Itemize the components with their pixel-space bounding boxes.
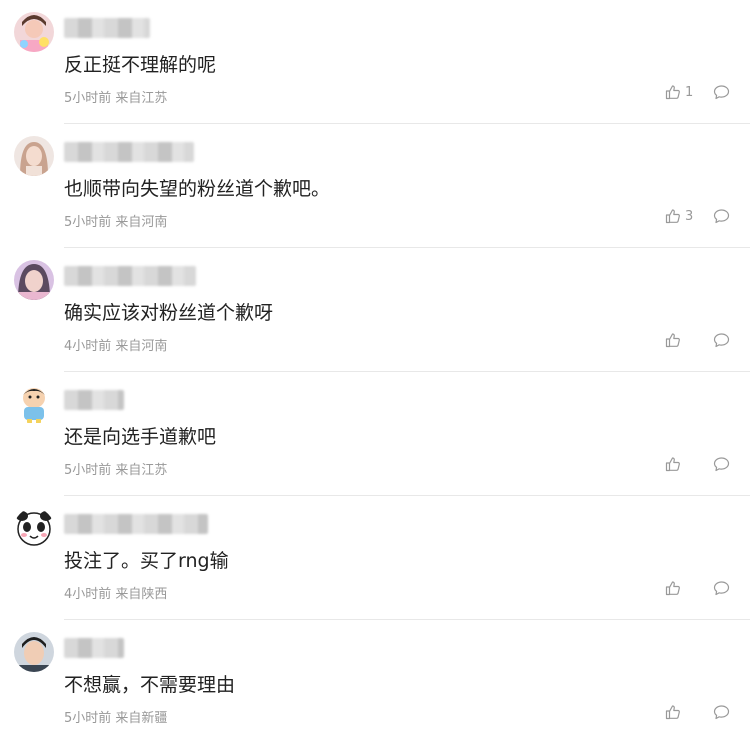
comment-time: 5小时前 bbox=[64, 463, 112, 478]
like-button[interactable] bbox=[665, 332, 695, 348]
comment-location: 来自江苏 bbox=[115, 91, 168, 106]
comment-item: 投注了。买了rng输 4小时前 来自陕西 bbox=[14, 496, 750, 620]
avatar[interactable] bbox=[14, 384, 54, 424]
comment-location: 来自河南 bbox=[115, 339, 168, 354]
comment-location: 来自陕西 bbox=[115, 587, 168, 602]
comment-time: 5小时前 bbox=[64, 215, 112, 230]
comment-meta: 5小时前 来自江苏 bbox=[64, 459, 167, 478]
like-button[interactable] bbox=[665, 704, 695, 720]
comment-actions bbox=[665, 704, 730, 720]
avatar[interactable] bbox=[14, 260, 54, 300]
thumbs-up-icon bbox=[665, 332, 681, 348]
thumbs-up-icon bbox=[665, 84, 681, 100]
comment-actions: 1 bbox=[665, 84, 730, 100]
thumbs-up-icon bbox=[665, 456, 681, 472]
username-blurred[interactable] bbox=[64, 514, 208, 534]
thumbs-up-icon bbox=[665, 208, 681, 224]
comment-bubble-icon bbox=[713, 580, 730, 596]
reply-button[interactable] bbox=[713, 456, 730, 472]
comment-bubble-icon bbox=[713, 208, 730, 224]
comment-text: 还是向选手道歉吧 bbox=[64, 426, 217, 448]
comment-time: 4小时前 bbox=[64, 339, 112, 354]
comment-actions bbox=[665, 580, 730, 596]
like-button[interactable]: 1 bbox=[665, 84, 695, 100]
comment-actions: 3 bbox=[665, 208, 730, 224]
comment-time: 5小时前 bbox=[64, 91, 112, 106]
comment-meta: 5小时前 来自河南 bbox=[64, 211, 167, 230]
reply-button[interactable] bbox=[713, 580, 730, 596]
comment-list: 反正挺不理解的呢 5小时前 来自江苏 1 也顺带向失望的粉丝道个歉吧。 5小时前… bbox=[0, 0, 750, 743]
comment-meta: 5小时前 来自江苏 bbox=[64, 87, 167, 106]
comment-item: 也顺带向失望的粉丝道个歉吧。 5小时前 来自河南 3 bbox=[14, 124, 750, 248]
comment-item: 还是向选手道歉吧 5小时前 来自江苏 bbox=[14, 372, 750, 496]
like-button[interactable]: 3 bbox=[665, 208, 695, 224]
avatar[interactable] bbox=[14, 508, 54, 548]
comment-text: 也顺带向失望的粉丝道个歉吧。 bbox=[64, 178, 331, 200]
comment-bubble-icon bbox=[713, 84, 730, 100]
like-count: 3 bbox=[685, 208, 694, 224]
comment-bubble-icon bbox=[713, 704, 730, 720]
comment-meta: 5小时前 来自新疆 bbox=[64, 707, 167, 726]
comment-text: 反正挺不理解的呢 bbox=[64, 54, 217, 76]
comment-text: 确实应该对粉丝道个歉呀 bbox=[64, 302, 274, 324]
reply-button[interactable] bbox=[713, 208, 730, 224]
comment-bubble-icon bbox=[713, 456, 730, 472]
like-count: 1 bbox=[685, 84, 694, 100]
like-button[interactable] bbox=[665, 456, 695, 472]
reply-button[interactable] bbox=[713, 332, 730, 348]
comment-actions bbox=[665, 456, 730, 472]
username-blurred[interactable] bbox=[64, 18, 150, 38]
username-blurred[interactable] bbox=[64, 142, 194, 162]
comment-meta: 4小时前 来自陕西 bbox=[64, 583, 167, 602]
username-blurred[interactable] bbox=[64, 638, 124, 658]
comment-actions bbox=[665, 332, 730, 348]
comment-location: 来自新疆 bbox=[115, 711, 168, 726]
thumbs-up-icon bbox=[665, 704, 681, 720]
comment-meta: 4小时前 来自河南 bbox=[64, 335, 167, 354]
comment-text: 投注了。买了rng输 bbox=[64, 550, 229, 572]
username-blurred[interactable] bbox=[64, 390, 124, 410]
avatar[interactable] bbox=[14, 632, 54, 672]
reply-button[interactable] bbox=[713, 84, 730, 100]
reply-button[interactable] bbox=[713, 704, 730, 720]
comment-text: 不想赢，不需要理由 bbox=[64, 674, 236, 696]
avatar[interactable] bbox=[14, 12, 54, 52]
thumbs-up-icon bbox=[665, 580, 681, 596]
comment-item: 反正挺不理解的呢 5小时前 来自江苏 1 bbox=[14, 0, 750, 124]
comment-bubble-icon bbox=[713, 332, 730, 348]
like-button[interactable] bbox=[665, 580, 695, 596]
avatar[interactable] bbox=[14, 136, 54, 176]
username-blurred[interactable] bbox=[64, 266, 196, 286]
comment-time: 5小时前 bbox=[64, 711, 112, 726]
comment-item: 确实应该对粉丝道个歉呀 4小时前 来自河南 bbox=[14, 248, 750, 372]
comment-time: 4小时前 bbox=[64, 587, 112, 602]
comment-location: 来自河南 bbox=[115, 215, 168, 230]
comment-location: 来自江苏 bbox=[115, 463, 168, 478]
